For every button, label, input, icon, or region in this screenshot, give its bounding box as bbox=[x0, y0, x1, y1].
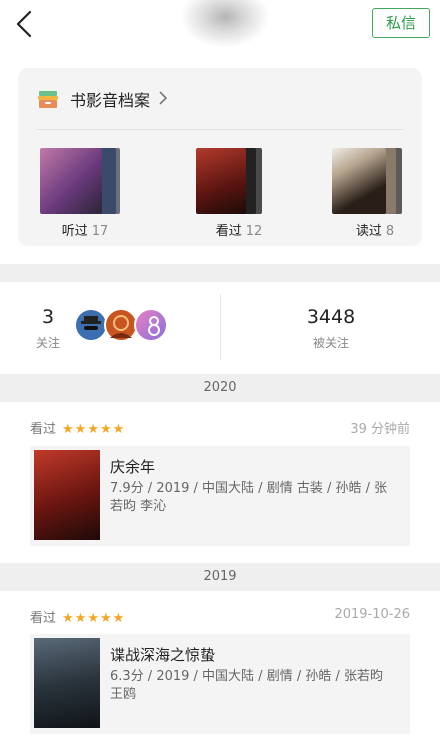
shelf-watched[interactable]: 看过 12 bbox=[194, 148, 284, 239]
shelf-label: 看过 12 bbox=[215, 224, 263, 239]
entry-action: 看过 ★★★★★ bbox=[30, 611, 126, 626]
shelf-label: 读过 8 bbox=[355, 224, 395, 239]
followers-label: 被关注 bbox=[312, 336, 349, 350]
avatar[interactable] bbox=[134, 308, 168, 342]
movie-poster bbox=[34, 450, 100, 540]
back-button[interactable] bbox=[12, 8, 40, 40]
shelf-listened[interactable]: 听过 17 bbox=[40, 148, 130, 239]
movie-meta: 6.3分 / 2019 / 中国大陆 / 剧情 / 孙皓 / 张若昀 王鸥 bbox=[110, 669, 383, 702]
listened-covers bbox=[40, 148, 130, 214]
cover-image bbox=[40, 148, 102, 214]
media-archive-card: 书影音档案 听过 17 看过 12 读过 8 bbox=[18, 68, 422, 246]
rating-stars: ★★★★★ bbox=[62, 422, 126, 437]
chevron-right-icon bbox=[158, 90, 168, 109]
movie-title: 庆余年 bbox=[110, 458, 156, 476]
movie-card[interactable]: 谍战深海之惊蛰 6.3分 / 2019 / 中国大陆 / 剧情 / 孙皓 / 张… bbox=[30, 634, 410, 734]
watched-covers bbox=[194, 148, 284, 214]
movie-card[interactable]: 庆余年 7.9分 / 2019 / 中国大陆 / 剧情 古装 / 孙皓 / 张若… bbox=[30, 446, 410, 546]
year-header: 2020 bbox=[0, 374, 440, 402]
rating-stars: ★★★★★ bbox=[62, 611, 126, 626]
archive-box-icon bbox=[36, 87, 60, 111]
shelf-label: 听过 17 bbox=[61, 224, 109, 239]
entry-time: 39 分钟前 bbox=[350, 422, 410, 437]
archive-divider bbox=[36, 129, 404, 130]
archive-title: 书影音档案 bbox=[70, 91, 151, 110]
archive-header[interactable]: 书影音档案 bbox=[36, 86, 168, 112]
top-bar: 私信 bbox=[0, 0, 440, 48]
entry-action: 看过 ★★★★★ bbox=[30, 422, 126, 437]
header-ink-decoration bbox=[180, 0, 270, 48]
shelf-read[interactable]: 读过 8 bbox=[330, 148, 420, 239]
movie-title: 谍战深海之惊蛰 bbox=[110, 646, 216, 664]
cover-image bbox=[196, 148, 246, 214]
entry-time: 2019-10-26 bbox=[334, 607, 410, 622]
following-label: 关注 bbox=[35, 336, 60, 350]
chevron-left-icon bbox=[16, 10, 32, 38]
section-separator bbox=[0, 264, 440, 282]
message-button[interactable]: 私信 bbox=[372, 8, 430, 38]
read-covers bbox=[330, 148, 420, 214]
year-header: 2019 bbox=[0, 563, 440, 591]
avatar[interactable] bbox=[74, 308, 108, 342]
following-block[interactable]: 3 关注 bbox=[0, 282, 220, 372]
movie-meta: 7.9分 / 2019 / 中国大陆 / 剧情 古装 / 孙皓 / 张若昀 李沁 bbox=[110, 481, 388, 514]
cover-image bbox=[332, 148, 386, 214]
followers-block[interactable]: 3448 被关注 bbox=[221, 282, 440, 372]
follow-stats: 3 关注 3448 被关注 bbox=[0, 282, 440, 372]
followers-count: 3448 bbox=[306, 306, 356, 328]
avatar[interactable] bbox=[104, 308, 138, 342]
following-count: 3 bbox=[41, 306, 55, 328]
movie-poster bbox=[34, 638, 100, 728]
